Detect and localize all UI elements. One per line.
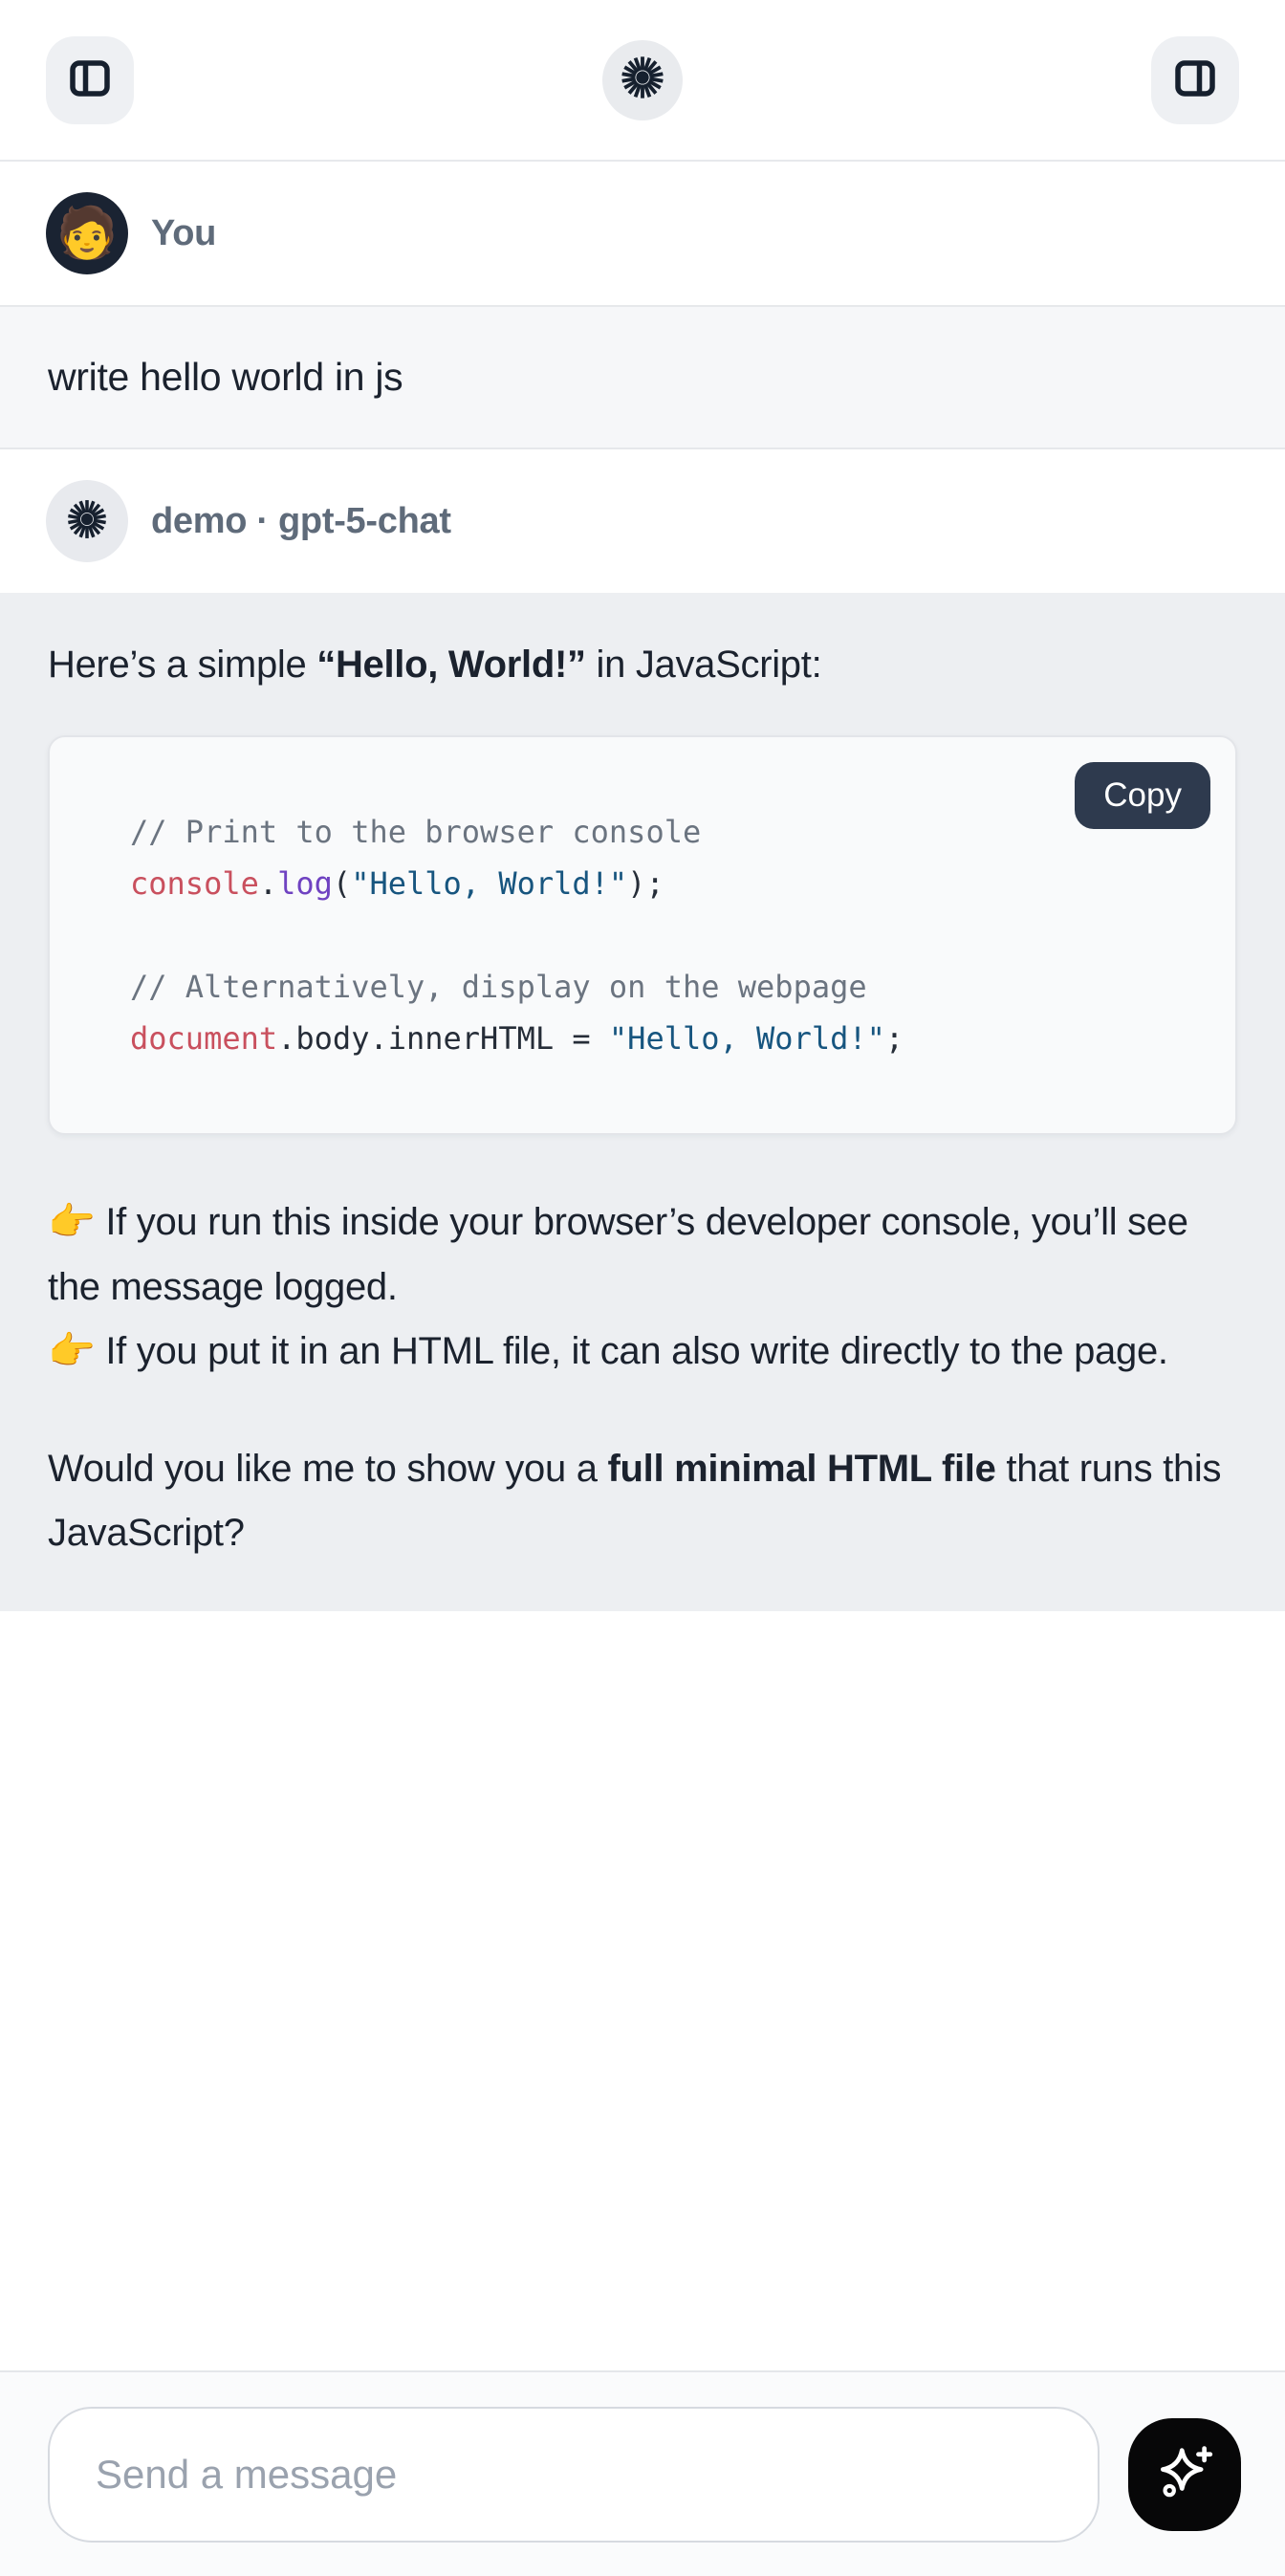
assistant-question-text: Would you like me to show you a full min… <box>48 1437 1237 1565</box>
panel-right-icon <box>1170 54 1220 106</box>
starburst-icon <box>619 54 666 106</box>
sparkle-icon <box>1153 2441 1216 2507</box>
user-avatar: 🧑 <box>46 192 128 274</box>
person-emoji-icon: 🧑 <box>56 208 119 258</box>
panel-left-icon <box>65 54 115 106</box>
assistant-tips-text: 👉 If you run this inside your browser’s … <box>48 1190 1237 1384</box>
user-message-text: write hello world in js <box>48 355 403 399</box>
message-input[interactable] <box>48 2407 1100 2543</box>
user-message-header: 🧑 You <box>0 162 1285 305</box>
user-sender-label: You <box>151 213 216 254</box>
code-block: Copy // Print to the browser console con… <box>48 735 1237 1135</box>
send-button[interactable] <box>1128 2418 1241 2531</box>
assistant-sender-label: demo · gpt-5-chat <box>151 501 451 542</box>
user-message-bubble: write hello world in js <box>0 305 1285 449</box>
starburst-icon <box>65 497 109 546</box>
code-block-content: // Print to the browser console console.… <box>130 806 1197 1064</box>
message-composer <box>0 2370 1285 2576</box>
sidebar-toggle-button[interactable] <box>46 36 134 124</box>
assistant-message-bubble: Here’s a simple “Hello, World!” in JavaS… <box>0 593 1285 1611</box>
assistant-avatar <box>46 480 128 562</box>
top-bar <box>0 0 1285 162</box>
panel-toggle-button[interactable] <box>1151 36 1239 124</box>
assistant-intro-text: Here’s a simple “Hello, World!” in JavaS… <box>48 633 1237 697</box>
model-avatar-chip[interactable] <box>602 40 683 120</box>
assistant-message-header: demo · gpt-5-chat <box>0 449 1285 593</box>
empty-chat-area <box>0 1611 1285 2370</box>
copy-code-button[interactable]: Copy <box>1075 762 1210 829</box>
